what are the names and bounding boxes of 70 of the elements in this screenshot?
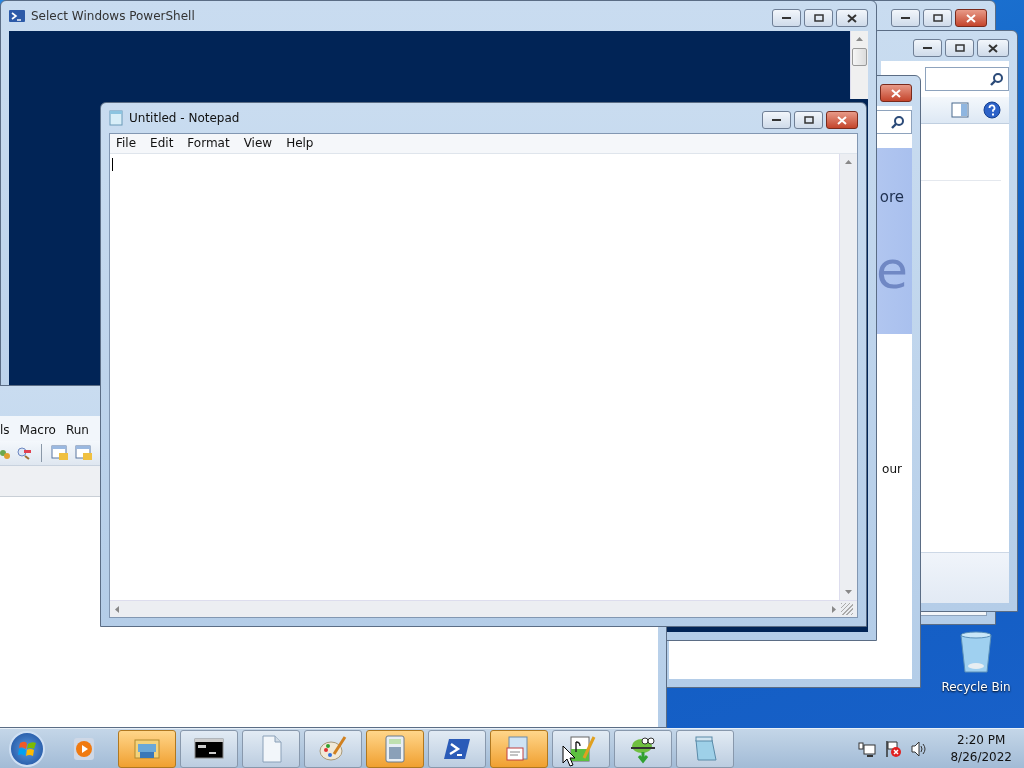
menu-item[interactable]: Format	[187, 136, 230, 150]
close-icon	[966, 13, 976, 23]
recycle-bin-icon[interactable]	[958, 630, 994, 674]
close-icon	[847, 13, 857, 23]
scroll-down-icon[interactable]	[844, 589, 853, 595]
minimize-icon	[923, 46, 932, 50]
minimize-button[interactable]	[891, 9, 920, 27]
menu-item[interactable]: Run	[65, 423, 89, 437]
body-text: our	[882, 462, 902, 476]
close-button[interactable]	[836, 9, 868, 27]
menu-item[interactable]: File	[116, 136, 137, 150]
close-button[interactable]	[977, 39, 1009, 57]
minimize-button[interactable]	[772, 9, 801, 27]
menu-item[interactable]: View	[243, 136, 273, 150]
minimize-button[interactable]	[762, 111, 791, 129]
network-icon[interactable]	[858, 740, 877, 757]
help-icon[interactable]	[983, 101, 1001, 119]
clock-date: 8/26/2022	[950, 748, 1012, 766]
close-button[interactable]	[826, 111, 858, 129]
notepad-icon	[109, 110, 123, 126]
maximize-icon	[813, 14, 824, 22]
taskbar-button[interactable]	[180, 729, 238, 768]
banner-heading: e	[876, 240, 908, 300]
scrollbar[interactable]	[110, 600, 857, 617]
close-icon	[891, 88, 901, 98]
scrollbar[interactable]	[850, 31, 868, 99]
scroll-up-icon[interactable]	[855, 36, 864, 42]
minimize-icon	[901, 16, 910, 20]
powershell-icon	[9, 9, 25, 23]
maximize-button[interactable]	[945, 39, 974, 57]
action-center-icon[interactable]	[884, 739, 903, 758]
search-icon	[990, 72, 1004, 86]
maximize-button[interactable]	[923, 9, 952, 27]
taskbar-button[interactable]	[614, 729, 672, 768]
close-button[interactable]	[880, 84, 912, 102]
speaker-icon[interactable]	[910, 740, 929, 757]
minimize-icon	[782, 16, 791, 20]
magnifier-icon[interactable]	[16, 446, 32, 460]
minimize-button[interactable]	[913, 39, 942, 57]
menu-item[interactable]: Help	[286, 136, 314, 150]
scroll-up-icon[interactable]	[844, 159, 853, 165]
minimize-icon	[772, 118, 781, 122]
maximize-icon	[932, 14, 943, 22]
maximize-icon	[803, 116, 814, 124]
window-title: Untitled - Notepad	[129, 111, 240, 125]
windows-logo-icon	[9, 730, 45, 767]
close-button[interactable]	[955, 9, 987, 27]
window-title: Select Windows PowerShell	[31, 9, 195, 23]
scrollbar[interactable]	[839, 154, 857, 600]
mouse-pointer-icon	[562, 745, 576, 767]
search-icon	[891, 115, 905, 129]
close-icon	[988, 43, 998, 53]
maximize-button[interactable]	[804, 9, 833, 27]
scroll-thumb[interactable]	[852, 48, 867, 66]
maximize-button[interactable]	[794, 111, 823, 129]
close-icon	[837, 115, 847, 125]
menu-item[interactable]: Edit	[150, 136, 174, 150]
menu-item[interactable]: ls	[0, 423, 10, 437]
icon-label[interactable]: Recycle Bin	[941, 680, 1011, 694]
scroll-right-icon[interactable]	[831, 604, 837, 614]
menu-item[interactable]: Macro	[19, 423, 56, 437]
scroll-left-icon[interactable]	[114, 604, 120, 614]
maximize-icon	[954, 44, 965, 52]
clock[interactable]: 2:20 PM 8/26/2022	[950, 731, 1012, 766]
taskbar-button[interactable]	[552, 729, 610, 768]
text-cursor	[112, 158, 113, 171]
banner-text: ore	[879, 188, 904, 206]
search-field[interactable]	[925, 67, 1009, 91]
resize-grip[interactable]	[841, 603, 853, 615]
clock-time: 2:20 PM	[957, 731, 1006, 749]
